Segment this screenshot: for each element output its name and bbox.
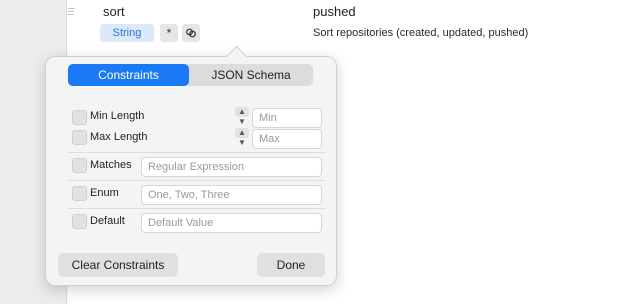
tab-switcher: Constraints JSON Schema bbox=[68, 64, 313, 86]
max-length-label: Max Length bbox=[90, 131, 148, 143]
required-button[interactable]: * bbox=[160, 24, 178, 42]
link-icon bbox=[186, 28, 196, 38]
min-length-checkbox[interactable] bbox=[72, 110, 87, 125]
chevron-up-icon[interactable]: ▲ bbox=[235, 107, 249, 117]
enum-input[interactable] bbox=[141, 185, 322, 205]
tab-constraints[interactable]: Constraints bbox=[68, 64, 189, 86]
field-name[interactable]: sort bbox=[103, 4, 125, 19]
max-length-stepper[interactable]: ▲ ▼ bbox=[235, 128, 249, 148]
type-badge[interactable]: String bbox=[100, 24, 154, 42]
min-length-label: Min Length bbox=[90, 110, 145, 122]
field-description: Sort repositories (created, updated, pus… bbox=[313, 27, 529, 39]
tab-json-schema[interactable]: JSON Schema bbox=[189, 64, 313, 86]
chevron-down-icon[interactable]: ▼ bbox=[235, 138, 249, 148]
matches-input[interactable] bbox=[141, 157, 322, 177]
matches-checkbox[interactable] bbox=[72, 158, 87, 173]
constraints-button[interactable] bbox=[182, 24, 200, 42]
constraints-popover: Constraints JSON Schema Min Length ▲ ▼ M… bbox=[45, 45, 337, 286]
drag-handle-icon[interactable] bbox=[68, 6, 74, 16]
enum-label: Enum bbox=[90, 187, 119, 199]
matches-label: Matches bbox=[90, 159, 132, 171]
min-length-stepper[interactable]: ▲ ▼ bbox=[235, 107, 249, 127]
default-input[interactable] bbox=[141, 213, 322, 233]
divider bbox=[68, 208, 325, 209]
field-value[interactable]: pushed bbox=[313, 4, 356, 19]
clear-constraints-button[interactable]: Clear Constraints bbox=[58, 253, 178, 277]
divider bbox=[68, 152, 325, 153]
chevron-up-icon[interactable]: ▲ bbox=[235, 128, 249, 138]
enum-checkbox[interactable] bbox=[72, 186, 87, 201]
chevron-down-icon[interactable]: ▼ bbox=[235, 117, 249, 127]
done-button[interactable]: Done bbox=[257, 253, 325, 277]
divider bbox=[68, 180, 325, 181]
min-length-input[interactable] bbox=[252, 108, 322, 128]
max-length-input[interactable] bbox=[252, 129, 322, 149]
default-label: Default bbox=[90, 215, 125, 227]
default-checkbox[interactable] bbox=[72, 214, 87, 229]
max-length-checkbox[interactable] bbox=[72, 130, 87, 145]
